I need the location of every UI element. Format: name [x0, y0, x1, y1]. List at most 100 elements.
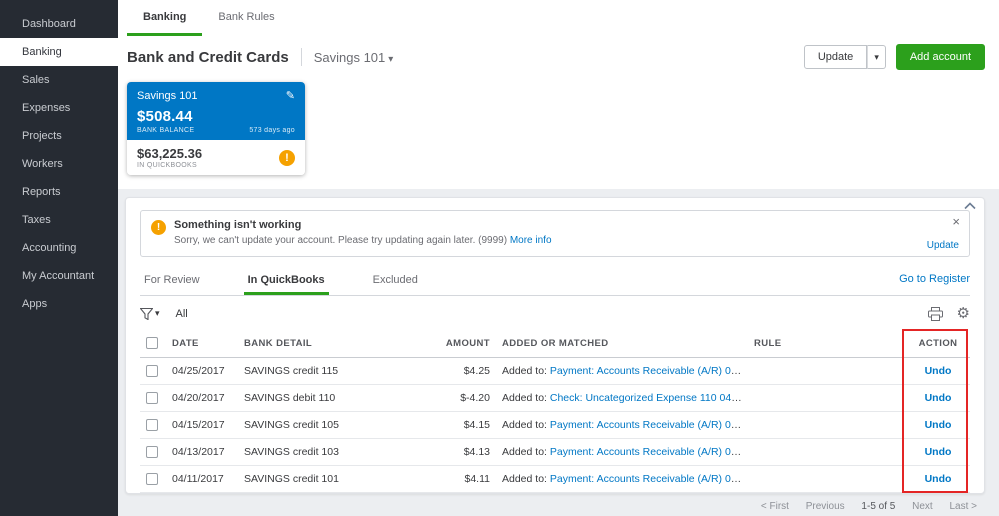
header-actions: Update ▾ Add account — [803, 44, 985, 70]
added-transaction-link[interactable]: Payment: Accounts Receivable (A/R) 04/13… — [550, 446, 748, 458]
bank-balance-amount: $508.44 — [137, 108, 193, 125]
tab-for-review[interactable]: For Review — [140, 267, 204, 295]
content-area: ! Something isn't working Sorry, we can'… — [118, 189, 999, 516]
sidebar-item-apps[interactable]: Apps — [0, 290, 118, 318]
cell-bank-detail: SAVINGS credit 103 — [238, 438, 418, 466]
select-all-checkbox[interactable] — [146, 337, 158, 349]
pagination: < First Previous 1-5 of 5 Next Last > — [125, 494, 985, 512]
filter-row: ▾ All ⚙ — [140, 306, 970, 321]
table-row: 04/25/2017 SAVINGS credit 115 $4.25 Adde… — [140, 357, 970, 385]
cell-rule — [748, 357, 906, 385]
cell-bank-detail: SAVINGS credit 105 — [238, 411, 418, 439]
cell-added-or-matched: Added to: Payment: Accounts Receivable (… — [496, 465, 748, 493]
table-row: 04/11/2017 SAVINGS credit 101 $4.11 Adde… — [140, 465, 970, 493]
alert-update-link[interactable]: Update — [927, 240, 959, 251]
sidebar-item-expenses[interactable]: Expenses — [0, 94, 118, 122]
added-prefix: Added to: — [502, 419, 547, 431]
account-selector[interactable]: Savings 101 ▾ — [314, 50, 394, 65]
header-bank-detail[interactable]: BANK DETAIL — [238, 329, 418, 358]
chevron-down-icon: ▾ — [388, 53, 394, 65]
undo-link[interactable]: Undo — [925, 419, 952, 431]
undo-link[interactable]: Undo — [925, 392, 952, 404]
cell-date: 04/11/2017 — [166, 465, 238, 493]
row-checkbox[interactable] — [146, 446, 158, 458]
pagination-range: 1-5 of 5 — [861, 501, 896, 512]
sidebar-item-projects[interactable]: Projects — [0, 122, 118, 150]
undo-link[interactable]: Undo — [925, 473, 952, 485]
close-icon[interactable]: × — [952, 215, 960, 228]
account-card-name: Savings 101 — [137, 89, 198, 102]
sidebar-item-banking[interactable]: Banking — [0, 38, 118, 66]
cell-amount: $4.13 — [418, 438, 496, 466]
sidebar-item-accounting[interactable]: Accounting — [0, 234, 118, 262]
warning-icon: ! — [279, 149, 295, 166]
header-divider — [300, 48, 302, 66]
alert-warning-icon: ! — [151, 220, 166, 235]
more-info-link[interactable]: More info — [510, 235, 552, 246]
tab-excluded[interactable]: Excluded — [369, 267, 422, 295]
header-amount[interactable]: AMOUNT — [418, 329, 496, 358]
page-header: Bank and Credit Cards Savings 101 ▾ Updat… — [118, 36, 999, 78]
sidebar-item-dashboard[interactable]: Dashboard — [0, 10, 118, 38]
added-transaction-link[interactable]: Payment: Accounts Receivable (A/R) 04/15… — [550, 419, 748, 431]
bank-balance-label: BANK BALANCE — [137, 127, 195, 134]
pagination-next[interactable]: Next — [912, 501, 933, 512]
cell-amount: $4.15 — [418, 411, 496, 439]
pagination-previous[interactable]: Previous — [806, 501, 845, 512]
alert-message: Sorry, we can't update your account. Ple… — [174, 235, 508, 246]
edit-pencil-icon[interactable]: ✎ — [286, 89, 295, 102]
row-checkbox[interactable] — [146, 473, 158, 485]
account-selector-label: Savings 101 — [313, 49, 386, 65]
cell-date: 04/20/2017 — [166, 384, 238, 412]
main-area: Banking Bank Rules Bank and Credit Cards… — [118, 0, 999, 516]
transactions-table: DATE BANK DETAIL AMOUNT ADDED OR MATCHED… — [140, 329, 970, 493]
row-checkbox[interactable] — [146, 365, 158, 377]
top-tab-bar: Banking Bank Rules — [118, 0, 999, 36]
header-date[interactable]: DATE — [166, 329, 238, 358]
update-button[interactable]: Update — [803, 45, 868, 69]
print-button[interactable] — [927, 306, 943, 321]
added-transaction-link[interactable]: Check: Uncategorized Expense 110 04/20/2… — [550, 392, 748, 404]
added-transaction-link[interactable]: Payment: Accounts Receivable (A/R) 04/11… — [550, 473, 748, 485]
header-added-or-matched[interactable]: ADDED OR MATCHED — [496, 329, 748, 358]
cell-amount: $-4.20 — [418, 384, 496, 412]
sidebar-item-workers[interactable]: Workers — [0, 150, 118, 178]
added-prefix: Added to: — [502, 365, 547, 377]
tab-bank-rules[interactable]: Bank Rules — [202, 0, 290, 36]
sidebar-item-taxes[interactable]: Taxes — [0, 206, 118, 234]
sidebar-item-sales[interactable]: Sales — [0, 66, 118, 94]
sidebar-item-my-accountant[interactable]: My Accountant — [0, 262, 118, 290]
row-checkbox[interactable] — [146, 392, 158, 404]
transactions-table-wrap: DATE BANK DETAIL AMOUNT ADDED OR MATCHED… — [140, 329, 970, 493]
sidebar-item-reports[interactable]: Reports — [0, 178, 118, 206]
added-prefix: Added to: — [502, 473, 547, 485]
filter-funnel-button[interactable]: ▾ — [140, 307, 160, 320]
add-account-button[interactable]: Add account — [895, 44, 985, 70]
cell-rule — [748, 438, 906, 466]
settings-button[interactable]: ⚙ — [957, 306, 970, 321]
added-transaction-link[interactable]: Payment: Accounts Receivable (A/R) 04/25… — [550, 365, 748, 377]
header-action[interactable]: ACTION — [906, 329, 970, 358]
undo-link[interactable]: Undo — [925, 365, 952, 377]
pagination-last[interactable]: Last > — [949, 501, 977, 512]
cell-added-or-matched: Added to: Check: Uncategorized Expense 1… — [496, 384, 748, 412]
account-card-zone: Savings 101 ✎ $508.44 BANK BALANCE 573 d… — [118, 78, 999, 189]
table-row: 04/15/2017 SAVINGS credit 105 $4.15 Adde… — [140, 411, 970, 439]
table-row: 04/13/2017 SAVINGS credit 103 $4.13 Adde… — [140, 438, 970, 466]
collapse-panel-chevron-icon[interactable] — [964, 202, 976, 210]
go-to-register-link[interactable]: Go to Register — [899, 273, 970, 289]
header-rule[interactable]: RULE — [748, 329, 906, 358]
in-quickbooks-label: IN QUICKBOOKS — [137, 162, 197, 169]
pagination-first[interactable]: < First — [761, 501, 789, 512]
cell-rule — [748, 411, 906, 439]
in-quickbooks-amount: $63,225.36 — [137, 146, 203, 161]
undo-link[interactable]: Undo — [925, 446, 952, 458]
cell-added-or-matched: Added to: Payment: Accounts Receivable (… — [496, 411, 748, 439]
row-checkbox[interactable] — [146, 419, 158, 431]
tab-in-quickbooks[interactable]: In QuickBooks — [243, 267, 329, 295]
update-dropdown-caret[interactable]: ▾ — [867, 45, 886, 69]
account-card[interactable]: Savings 101 ✎ $508.44 BANK BALANCE 573 d… — [127, 82, 305, 175]
cell-amount: $4.11 — [418, 465, 496, 493]
alert-title: Something isn't working — [174, 219, 302, 231]
tab-banking[interactable]: Banking — [127, 0, 203, 36]
